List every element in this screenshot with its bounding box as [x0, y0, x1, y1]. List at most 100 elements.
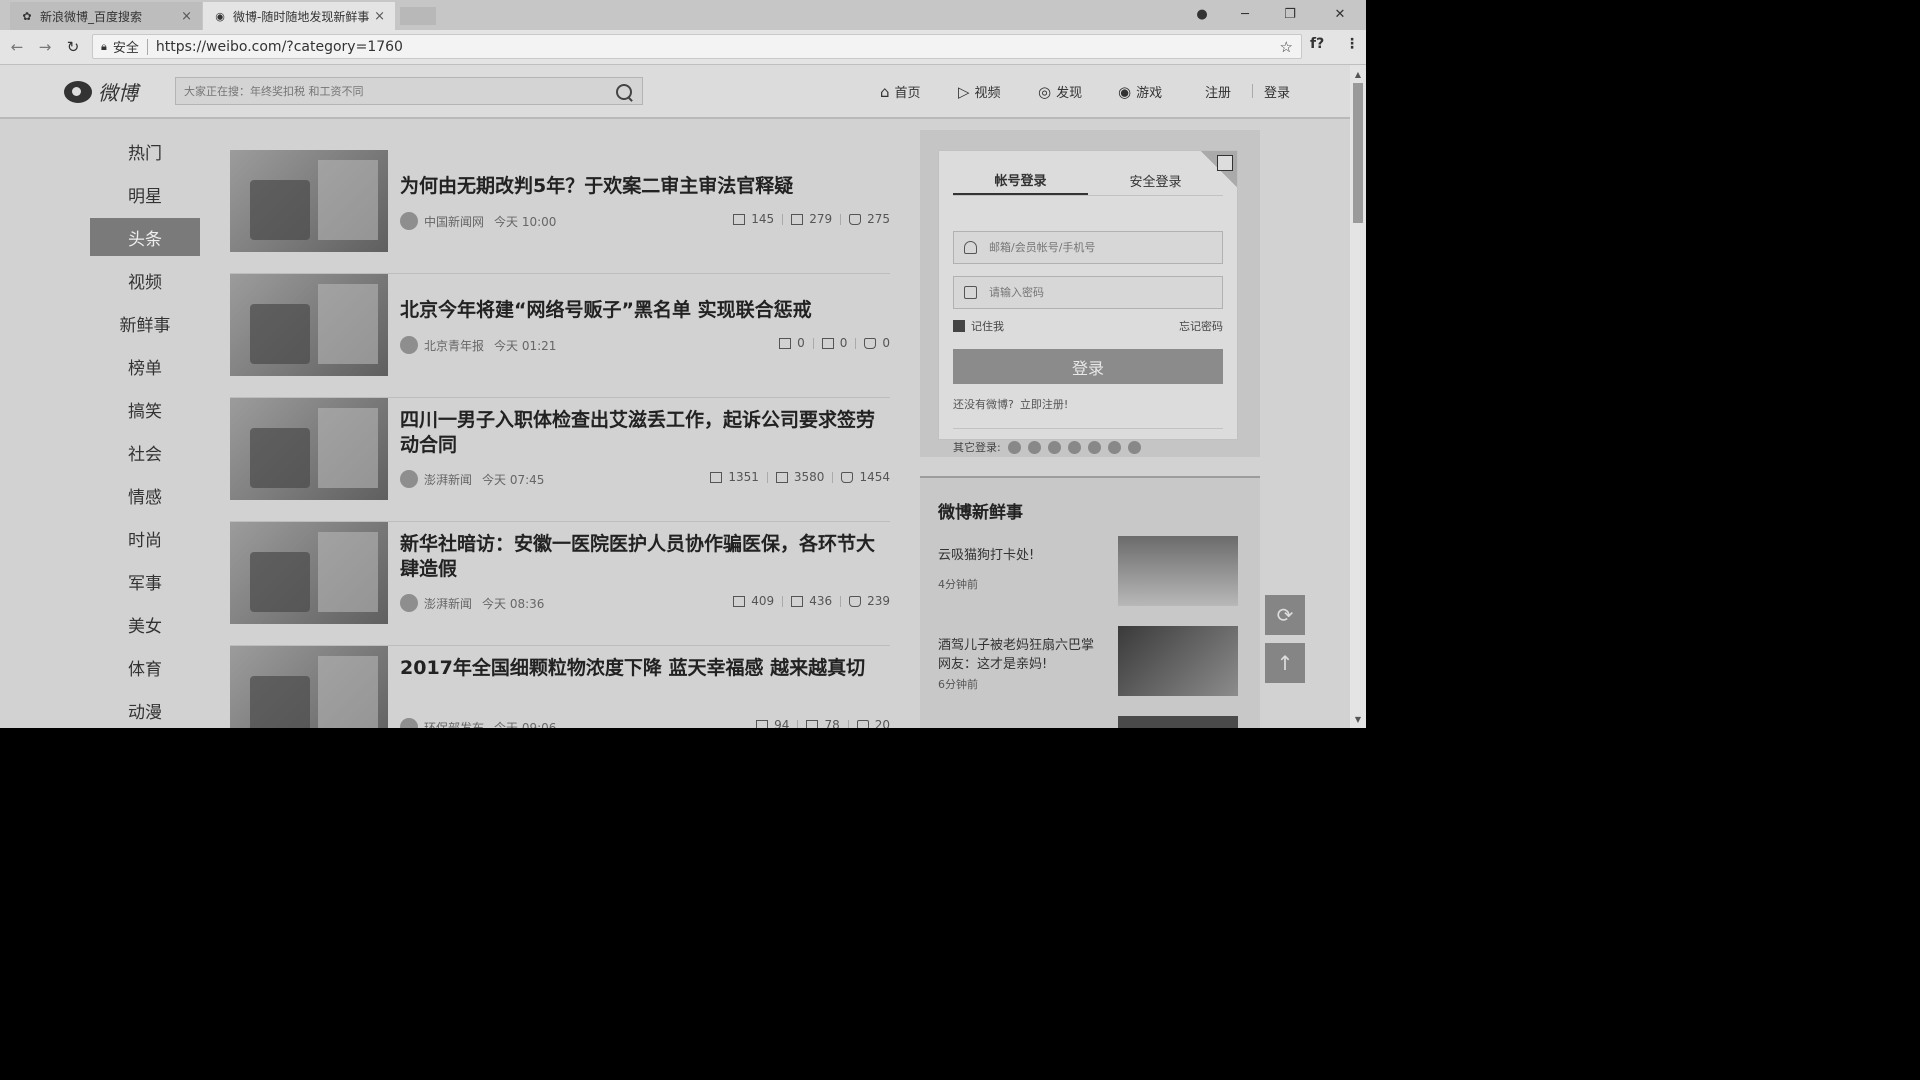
- feed-thumbnail[interactable]: [230, 646, 388, 728]
- source-name[interactable]: 澎湃新闻: [424, 471, 472, 488]
- category-item[interactable]: 情感: [90, 474, 200, 517]
- refresh-button[interactable]: ⟳: [1265, 595, 1305, 635]
- feed-item[interactable]: 新华社暗访：安徽一医院医护人员协作骗医保，各环节大肆造假 澎湃新闻 今天 08:36…: [230, 522, 890, 646]
- feed-title[interactable]: 四川一男子入职体检查出艾滋丢工作，起诉公司要求签劳动合同: [400, 408, 890, 458]
- category-item[interactable]: 美女: [90, 603, 200, 646]
- source-avatar[interactable]: [400, 212, 418, 230]
- profile-icon[interactable]: ●: [1182, 0, 1222, 28]
- source-name[interactable]: 中国新闻网: [424, 213, 484, 230]
- news-item[interactable]: [938, 716, 1238, 728]
- forward-count[interactable]: 0: [779, 336, 805, 350]
- category-item[interactable]: 视频: [90, 259, 200, 302]
- thirdparty-login-icon[interactable]: [1047, 440, 1061, 454]
- nav-video[interactable]: ▷ 视频: [958, 82, 1001, 102]
- news-item[interactable]: 酒驾儿子被老妈狂扇六巴掌 网友：这才是亲妈! 6分钟前: [938, 626, 1238, 698]
- category-item[interactable]: 明星: [90, 173, 200, 216]
- extension-icon[interactable]: f?: [1310, 36, 1324, 52]
- category-item[interactable]: 军事: [90, 560, 200, 603]
- feed-item[interactable]: 北京今年将建“网络号贩子”黑名单 实现联合惩戒 北京青年报 今天 01:21 0 0 0: [230, 274, 890, 398]
- tab-secure-login[interactable]: 安全登录: [1088, 165, 1223, 195]
- menu-icon[interactable]: ⋮: [1345, 36, 1359, 52]
- reload-button[interactable]: ↻: [62, 36, 84, 58]
- source-name[interactable]: 环保部发布: [424, 719, 484, 729]
- feed-item[interactable]: 2017年全国细颗粒物浓度下降 蓝天幸福感 越来越真切 环保部发布 今天 09:06…: [230, 646, 890, 728]
- login-link[interactable]: 登录: [1252, 82, 1290, 101]
- back-button[interactable]: ←: [6, 36, 28, 58]
- weibo-logo[interactable]: 微博: [64, 77, 138, 106]
- scroll-down-icon[interactable]: ▼: [1350, 712, 1366, 726]
- scrollbar-thumb[interactable]: [1353, 83, 1363, 223]
- forward-count[interactable]: 1351: [710, 470, 759, 484]
- feed-item[interactable]: 四川一男子入职体检查出艾滋丢工作，起诉公司要求签劳动合同 澎湃新闻 今天 07:45…: [230, 398, 890, 522]
- back-to-top-button[interactable]: ↑: [1265, 643, 1305, 683]
- news-item[interactable]: 云吸猫狗打卡处! 4分钟前: [938, 536, 1238, 608]
- source-avatar[interactable]: [400, 336, 418, 354]
- news-image[interactable]: [1118, 626, 1238, 696]
- like-count[interactable]: 239: [849, 594, 890, 608]
- comment-count[interactable]: 436: [791, 594, 832, 608]
- forward-button[interactable]: →: [34, 36, 56, 58]
- news-image[interactable]: [1118, 716, 1238, 728]
- source-avatar[interactable]: [400, 470, 418, 488]
- search-icon[interactable]: [616, 84, 632, 100]
- feed-thumbnail[interactable]: [230, 150, 388, 252]
- thirdparty-login-icon[interactable]: [1107, 440, 1121, 454]
- restore-button[interactable]: ❐: [1270, 0, 1310, 28]
- like-count[interactable]: 275: [849, 212, 890, 226]
- like-count[interactable]: 20: [856, 718, 890, 728]
- comment-count[interactable]: 279: [791, 212, 832, 226]
- thirdparty-login-icon[interactable]: [1087, 440, 1101, 454]
- feed-thumbnail[interactable]: [230, 522, 388, 624]
- thirdparty-login-icon[interactable]: [1007, 440, 1021, 454]
- login-button[interactable]: 登录: [953, 349, 1223, 384]
- register-now-link[interactable]: 立即注册!: [1020, 398, 1068, 411]
- source-avatar[interactable]: [400, 594, 418, 612]
- register-link[interactable]: 注册: [1205, 82, 1231, 101]
- news-image[interactable]: [1118, 536, 1238, 606]
- comment-count[interactable]: 3580: [775, 470, 824, 484]
- close-window-button[interactable]: ✕: [1320, 0, 1360, 28]
- tab-account-login[interactable]: 帐号登录: [953, 165, 1088, 195]
- feed-thumbnail[interactable]: [230, 398, 388, 500]
- feed-title[interactable]: 新华社暗访：安徽一医院医护人员协作骗医保，各环节大肆造假: [400, 532, 890, 582]
- thirdparty-login-icon[interactable]: [1127, 440, 1141, 454]
- url-text[interactable]: https://weibo.com/?category=1760: [156, 39, 403, 55]
- new-tab-button[interactable]: [400, 7, 436, 25]
- source-avatar[interactable]: [400, 718, 418, 728]
- remember-me[interactable]: 记住我: [953, 318, 1004, 334]
- source-name[interactable]: 澎湃新闻: [424, 595, 472, 612]
- category-item[interactable]: 榜单: [90, 345, 200, 388]
- nav-games[interactable]: ◉ 游戏: [1118, 82, 1162, 102]
- search-input[interactable]: [176, 83, 606, 99]
- category-item[interactable]: 时尚: [90, 517, 200, 560]
- category-item[interactable]: 头条: [90, 218, 200, 256]
- forward-count[interactable]: 94: [756, 718, 789, 728]
- scroll-up-icon[interactable]: ▲: [1350, 67, 1366, 81]
- nav-discover[interactable]: ◎ 发现: [1038, 82, 1082, 102]
- forward-count[interactable]: 409: [733, 594, 774, 608]
- feed-thumbnail[interactable]: [230, 274, 388, 376]
- comment-count[interactable]: 0: [821, 336, 847, 350]
- minimize-button[interactable]: ─: [1225, 0, 1265, 28]
- password-input[interactable]: [987, 285, 1211, 300]
- category-item[interactable]: 社会: [90, 431, 200, 474]
- category-item[interactable]: 体育: [90, 646, 200, 689]
- feed-title[interactable]: 北京今年将建“网络号贩子”黑名单 实现联合惩戒: [400, 298, 890, 323]
- forgot-password-link[interactable]: 忘记密码: [1179, 318, 1223, 334]
- close-tab-icon[interactable]: ×: [181, 9, 192, 24]
- tab-baidu-search[interactable]: ✿ 新浪微博_百度搜索 ×: [10, 2, 202, 30]
- nav-home[interactable]: ⌂ 首页: [880, 82, 921, 102]
- category-item[interactable]: 搞笑: [90, 388, 200, 431]
- tab-weibo[interactable]: ◉ 微博-随时随地发现新鲜事 ×: [203, 2, 395, 30]
- source-name[interactable]: 北京青年报: [424, 337, 484, 354]
- bookmark-star-icon[interactable]: ☆: [1280, 38, 1293, 56]
- scrollbar[interactable]: ▲ ▼: [1350, 65, 1366, 728]
- feed-item[interactable]: 为何由无期改判5年？于欢案二审主审法官释疑 中国新闻网 今天 10:00 145 279…: [230, 150, 890, 274]
- category-item[interactable]: 动漫: [90, 689, 200, 728]
- qq-icon[interactable]: [1027, 440, 1041, 454]
- feed-title[interactable]: 为何由无期改判5年？于欢案二审主审法官释疑: [400, 174, 890, 199]
- category-item[interactable]: 新鲜事: [90, 302, 200, 345]
- like-count[interactable]: 1454: [841, 470, 890, 484]
- close-tab-icon[interactable]: ×: [374, 9, 385, 24]
- thirdparty-login-icon[interactable]: [1067, 440, 1081, 454]
